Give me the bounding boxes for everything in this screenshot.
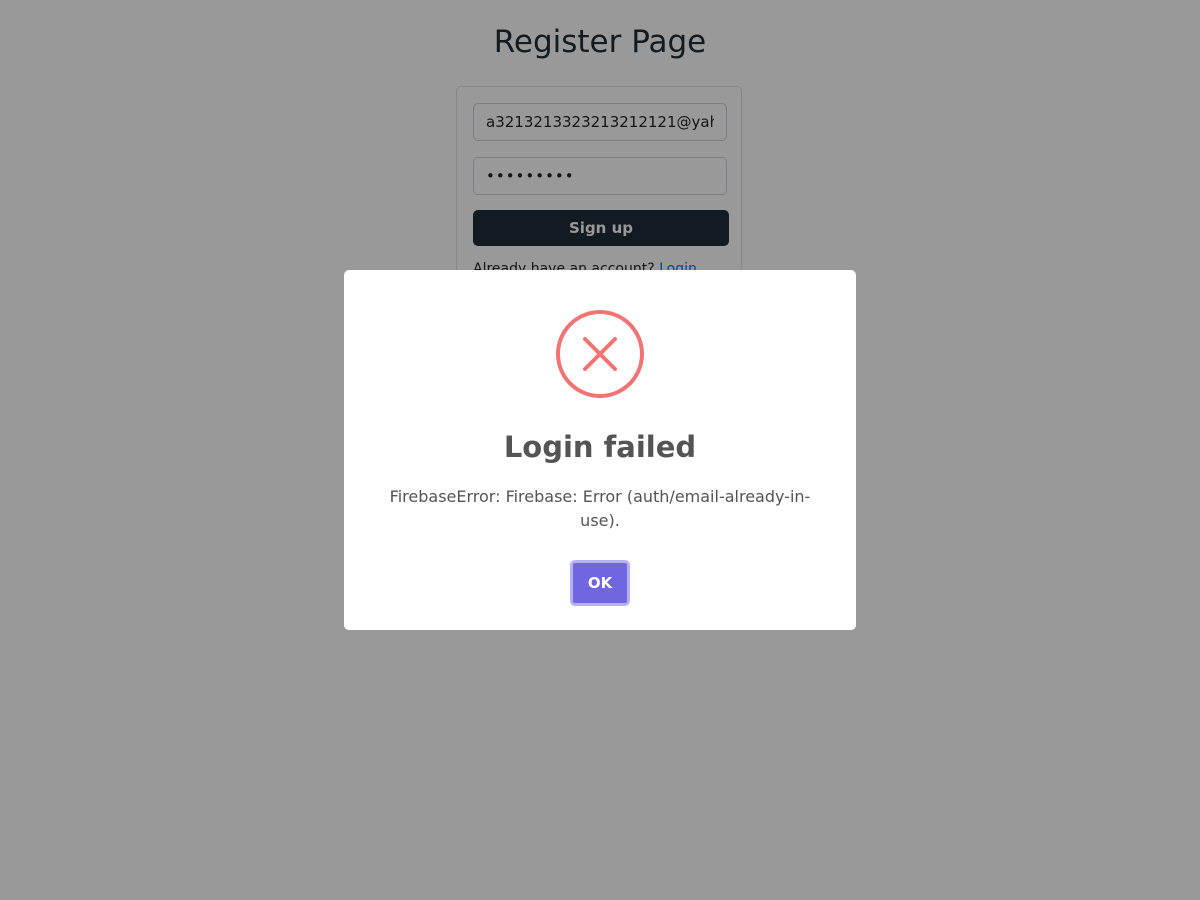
error-dialog: Login failed FirebaseError: Firebase: Er… [344,270,856,630]
dialog-message: FirebaseError: Firebase: Error (auth/ema… [389,487,811,530]
dialog-title: Login failed [503,430,697,464]
ok-button[interactable]: OK [570,560,630,606]
error-x-icon [556,310,644,398]
register-page: Register Page Sign up Already have an ac… [0,0,1200,900]
